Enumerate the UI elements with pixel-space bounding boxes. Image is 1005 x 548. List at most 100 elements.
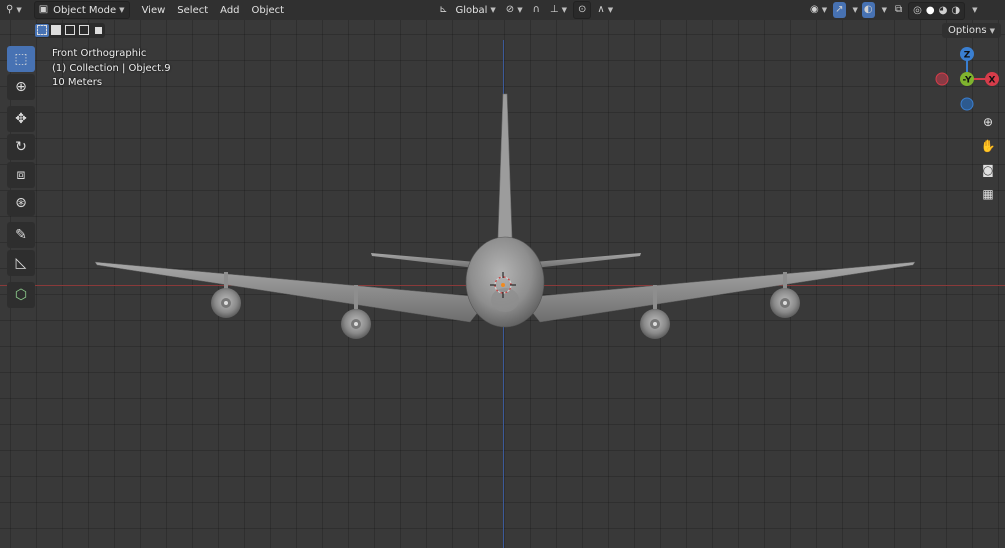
- scale-icon: ⧈: [16, 167, 26, 183]
- scale-tool[interactable]: ⧈: [7, 162, 35, 188]
- overlays-icon: ◐: [863, 4, 873, 15]
- cursor-tool[interactable]: ⊕: [7, 74, 35, 100]
- gizmo-neg-x-axis: [935, 72, 949, 86]
- menu-add[interactable]: Add: [214, 2, 245, 18]
- left-wing: [94, 261, 479, 323]
- annotate-icon: ✎: [15, 227, 27, 243]
- editor-type-button[interactable]: ⚲ ▼: [2, 2, 26, 18]
- chevron-down-icon: ▼: [852, 6, 858, 14]
- pivot-icon: ⊘: [505, 4, 515, 15]
- camera-view-button[interactable]: ◙: [978, 160, 998, 180]
- overlays-toggle[interactable]: ◐: [861, 2, 875, 18]
- pan-button[interactable]: ✋: [978, 136, 998, 156]
- vertical-stabilizer: [497, 93, 513, 239]
- pylon: [653, 285, 657, 309]
- snap-target-dropdown[interactable]: ⊥ ▼: [546, 2, 571, 18]
- gizmo-dropdown[interactable]: ▼: [848, 2, 860, 18]
- add-cube-icon: ⬡: [14, 287, 28, 303]
- gizmo-z-label: Z: [964, 51, 971, 61]
- chevron-down-icon: ▼: [490, 6, 496, 14]
- material-shading-icon[interactable]: ◕: [939, 6, 948, 16]
- chevron-down-icon: ▼: [972, 6, 978, 14]
- pivot-point-dropdown[interactable]: ⊘ ▼: [502, 2, 527, 18]
- move-tool[interactable]: ✥: [7, 106, 35, 132]
- viewport-info: Front Orthographic (1) Collection | Obje…: [52, 47, 171, 91]
- chevron-down-icon: ▼: [16, 6, 22, 14]
- grid-scale: 10 Meters: [52, 77, 103, 88]
- mode-label: Object Mode: [53, 4, 117, 16]
- perspective-toggle-button[interactable]: ▦: [978, 184, 998, 204]
- xray-icon: ⧉: [895, 4, 903, 15]
- options-label: Options: [948, 25, 987, 36]
- shading-dropdown[interactable]: ▼: [967, 2, 979, 18]
- menu-select[interactable]: Select: [171, 2, 214, 18]
- hand-icon: ✋: [980, 139, 996, 153]
- select-box-tool[interactable]: ⬚: [7, 46, 35, 72]
- proportional-edit-toggle[interactable]: ⊙: [573, 1, 592, 19]
- overlays-dropdown[interactable]: ▼: [877, 2, 889, 18]
- falloff-dropdown[interactable]: ∧ ▼: [593, 2, 617, 18]
- add-cube-tool[interactable]: ⬡: [7, 282, 35, 308]
- chevron-down-icon: ▼: [881, 6, 888, 14]
- gizmo-toggle[interactable]: ↗: [833, 2, 846, 18]
- options-dropdown[interactable]: Options ▼: [942, 23, 1001, 38]
- select-difference-icon[interactable]: [77, 24, 91, 37]
- gizmo-y-label: -Y: [963, 76, 972, 86]
- orientation-icon: ⊾: [439, 4, 448, 15]
- transform-orientation-dropdown[interactable]: ⊾ Global ▼: [435, 2, 500, 18]
- engine-inner-right: [640, 309, 670, 339]
- active-collection: (1) Collection | Object.9: [52, 62, 171, 74]
- select-subtract-icon[interactable]: [63, 24, 77, 37]
- menu-object[interactable]: Object: [246, 2, 291, 18]
- falloff-curve-icon: ∧: [597, 4, 605, 15]
- measure-tool[interactable]: ◺: [7, 250, 35, 276]
- transform-tool[interactable]: ⊛: [7, 190, 35, 216]
- engine-inner-left: [341, 309, 371, 339]
- select-new-icon[interactable]: [35, 23, 49, 37]
- left-horizontal-stabilizer: [371, 253, 476, 268]
- move-icon: ✥: [15, 111, 27, 127]
- zoom-icon: ⊕: [982, 115, 994, 129]
- snap-increment-icon: ⊥: [549, 4, 559, 15]
- chevron-down-icon: ▼: [989, 26, 995, 35]
- tool-shelf: ⬚ ⊕ ✥ ↻ ⧈ ⊛ ✎ ◺ ⬡: [7, 46, 37, 310]
- selection-mode-group: [35, 22, 105, 38]
- chevron-down-icon: ▼: [607, 6, 614, 14]
- right-horizontal-stabilizer: [534, 253, 641, 268]
- navigation-gizmo[interactable]: Z -Y X: [930, 42, 1005, 122]
- gizmo-x-label: X: [989, 76, 996, 86]
- select-intersect-icon[interactable]: [91, 24, 105, 37]
- chevron-down-icon: ▼: [119, 6, 125, 14]
- rendered-shading-icon[interactable]: ◑: [951, 6, 960, 16]
- cursor-icon: ⊕: [15, 79, 27, 95]
- view-name: Front Orthographic: [52, 48, 147, 59]
- camera-icon: ◙: [982, 163, 994, 177]
- xray-toggle[interactable]: ⧉: [891, 2, 906, 18]
- menu-view[interactable]: View: [136, 2, 172, 18]
- annotate-tool[interactable]: ✎: [7, 222, 35, 248]
- rotate-icon: ↻: [15, 139, 27, 155]
- proportional-edit-icon: ⊙: [578, 4, 587, 15]
- navigation-buttons: ⊕ ✋ ◙ ▦: [978, 112, 1000, 208]
- grid-icon: ▦: [982, 187, 994, 201]
- gizmo-neg-z-axis: [960, 97, 974, 111]
- wireframe-shading-icon[interactable]: ◎: [913, 6, 922, 16]
- visibility-dropdown[interactable]: ◉ ▼: [806, 2, 831, 18]
- select-extend-icon[interactable]: [49, 24, 63, 37]
- chevron-down-icon: ▼: [821, 6, 828, 14]
- measure-icon: ◺: [15, 255, 27, 271]
- fuselage: [465, 236, 545, 328]
- transform-icon: ⊛: [15, 195, 27, 211]
- orientation-label: Global: [455, 4, 488, 16]
- mode-selector[interactable]: ▣ Object Mode ▼: [33, 1, 130, 19]
- eye-icon: ◉: [810, 4, 819, 15]
- snap-toggle[interactable]: ∩: [529, 2, 544, 18]
- chevron-down-icon: ▼: [517, 6, 523, 14]
- select-box-icon: ⬚: [14, 51, 28, 67]
- editor-type-icon: ⚲: [6, 4, 14, 15]
- magnet-icon: ∩: [532, 4, 540, 15]
- rotate-tool[interactable]: ↻: [7, 134, 35, 160]
- zoom-button[interactable]: ⊕: [978, 112, 998, 132]
- solid-shading-icon[interactable]: ●: [926, 6, 935, 16]
- engine-outer-left: [211, 288, 241, 318]
